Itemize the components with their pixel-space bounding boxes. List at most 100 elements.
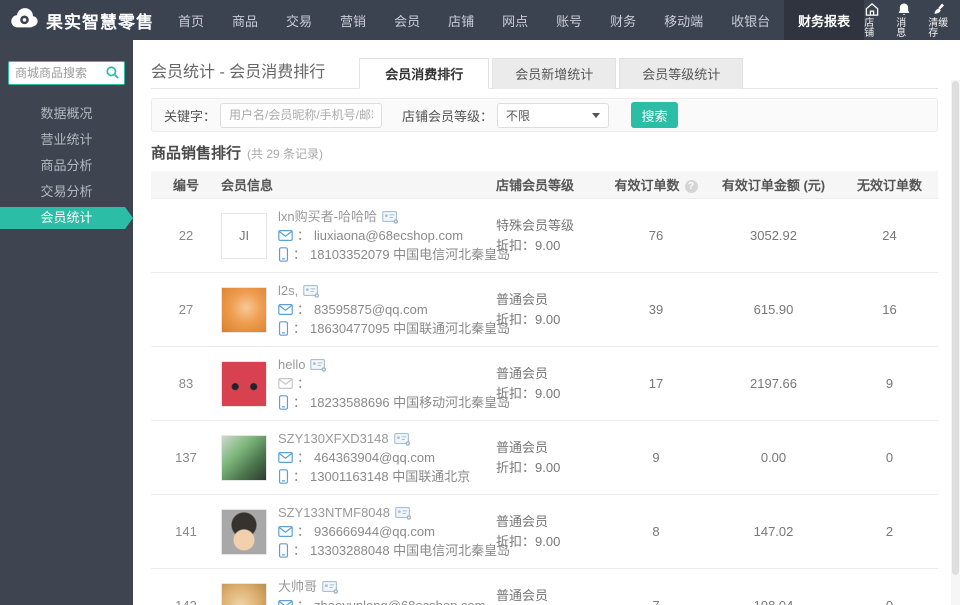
valid-amount-value: 147.02 xyxy=(706,524,841,539)
grade-name: 普通会员 xyxy=(496,364,606,384)
table-row: 27 l2s, xyxy=(151,273,938,347)
column-grade: 店铺会员等级 xyxy=(496,175,606,194)
member-card-icon[interactable] xyxy=(310,358,327,372)
member-name: SZY130XFXD3148 xyxy=(278,429,389,448)
member-email: 464363904@qq.com xyxy=(314,448,435,467)
member-phone: 13001163148 中国联通北京 xyxy=(310,467,470,486)
grade-name: 普通会员 xyxy=(496,438,606,458)
member-card-icon[interactable] xyxy=(382,210,399,224)
table-row: 143 大帅哥 xyxy=(151,569,938,605)
member-email: 83595875@qq.com xyxy=(314,300,428,319)
help-icon[interactable]: ? xyxy=(685,180,698,193)
column-member: 会员信息 xyxy=(221,175,496,194)
nav-menu-item[interactable]: 收银台 xyxy=(717,0,784,40)
phone-icon xyxy=(278,321,289,336)
valid-orders-value: 39 xyxy=(606,302,706,317)
avatar-image xyxy=(222,510,266,554)
scrollbar-thumb[interactable] xyxy=(952,81,959,575)
member-card-icon[interactable] xyxy=(395,506,412,520)
member-avatar: JI xyxy=(221,213,267,259)
phone-icon xyxy=(278,543,289,558)
tab[interactable]: 会员新增统计 xyxy=(492,58,616,89)
nav-menu-item[interactable]: 交易 xyxy=(272,0,326,40)
search-button[interactable]: 搜索 xyxy=(631,102,678,128)
brand[interactable]: 果实智慧零售 xyxy=(0,0,164,40)
nav-menu-item[interactable]: 营销 xyxy=(326,0,380,40)
nav-menu-item[interactable]: 移动端 xyxy=(650,0,717,40)
member-info-cell: 大帅哥 xyxy=(221,569,496,605)
member-card-icon[interactable] xyxy=(394,432,411,446)
member-text: SZY133NTMF8048 xyxy=(278,503,496,560)
phone-colon: ： xyxy=(293,467,306,486)
vertical-scrollbar[interactable] xyxy=(951,80,960,605)
clear-cache-tool[interactable]: 清缓存 xyxy=(928,2,951,39)
invalid-orders-value: 9 xyxy=(841,376,938,391)
phone-colon: ： xyxy=(293,541,306,560)
table-title-row: 商品销售排行 (共 29 条记录) xyxy=(151,142,938,163)
avatar-image xyxy=(222,584,266,605)
nav-menu-item[interactable]: 商品 xyxy=(218,0,272,40)
member-text: hello xyxy=(278,355,496,412)
sidebar-item[interactable]: 数据概况 xyxy=(0,103,133,125)
grade-cell: 普通会员 折扣：9.00 xyxy=(496,438,606,478)
sidebar-item[interactable]: 会员统计 xyxy=(0,207,133,229)
grade-discount: 折扣：9.00 xyxy=(496,458,606,478)
shop-tool[interactable]: 店铺 xyxy=(864,2,880,39)
sidebar-item[interactable]: 商品分析 xyxy=(0,155,133,177)
grade-name: 特殊会员等级 xyxy=(496,216,606,236)
valid-amount-value: 3052.92 xyxy=(706,228,841,243)
nav-menu-item[interactable]: 网点 xyxy=(488,0,542,40)
email-colon: ： xyxy=(297,226,310,245)
valid-amount-value: 615.90 xyxy=(706,302,841,317)
invalid-orders-value: 2 xyxy=(841,524,938,539)
brand-title: 果实智慧零售 xyxy=(46,8,154,33)
avatar-image xyxy=(222,362,266,406)
nav-menu-item[interactable]: 会员 xyxy=(380,0,434,40)
member-card-icon[interactable] xyxy=(322,580,339,594)
avatar-image xyxy=(222,436,266,480)
nav-menu-item[interactable]: 账号 xyxy=(542,0,596,40)
member-phone: 18233588696 中国移动河北秦皇岛 xyxy=(310,393,510,412)
sidebar-item[interactable]: 营业统计 xyxy=(0,129,133,151)
nav-menu-item[interactable]: 财务 xyxy=(596,0,650,40)
member-card-icon[interactable] xyxy=(303,284,320,298)
grade-select[interactable]: 不限 xyxy=(497,103,609,128)
member-info-cell: SZY130XFXD3148 xyxy=(221,421,496,494)
table-row: 141 SZY133NTMF8048 xyxy=(151,495,938,569)
valid-orders-value: 76 xyxy=(606,228,706,243)
search-icon[interactable] xyxy=(105,65,120,85)
valid-amount-value: 2197.66 xyxy=(706,376,841,391)
message-tool[interactable]: 消息 xyxy=(896,2,912,39)
tab[interactable]: 会员等级统计 xyxy=(619,58,743,89)
clear-cache-tool-label: 清缓存 xyxy=(928,19,951,39)
avatar-label: JI xyxy=(239,228,249,243)
invalid-orders-value: 16 xyxy=(841,302,938,317)
column-id: 编号 xyxy=(151,175,221,194)
message-icon xyxy=(896,2,912,17)
member-id: 83 xyxy=(151,376,221,391)
avatar-image xyxy=(222,288,266,332)
member-name: lxn购买者-哈哈哈 xyxy=(278,207,377,226)
member-phone: 13303288048 中国电信河北秦皇岛 xyxy=(310,541,510,560)
column-valid-orders: 有效订单数? xyxy=(606,175,706,194)
email-colon: ： xyxy=(297,374,310,393)
sidebar-item[interactable]: 交易分析 xyxy=(0,181,133,203)
keyword-label: 关键字： xyxy=(164,106,216,125)
valid-orders-value: 17 xyxy=(606,376,706,391)
email-icon xyxy=(278,304,293,315)
shop-tool-label: 店铺 xyxy=(864,19,880,39)
nav-menu-item[interactable]: 首页 xyxy=(164,0,218,40)
nav-menu-item[interactable]: 店铺 xyxy=(434,0,488,40)
table-body: 22 JI lxn购买者-哈哈哈 xyxy=(151,199,938,605)
nav-menu-item[interactable]: 财务报表 xyxy=(784,0,864,40)
member-id: 143 xyxy=(151,598,221,605)
email-colon: ： xyxy=(297,596,310,605)
invalid-orders-value: 0 xyxy=(841,598,938,605)
filter-bar: 关键字： 店铺会员等级： 不限 搜索 xyxy=(151,98,938,132)
tab[interactable]: 会员消费排行 xyxy=(359,58,489,89)
member-avatar xyxy=(221,287,267,333)
message-tool-label: 消息 xyxy=(896,19,912,39)
keyword-input[interactable] xyxy=(220,103,382,128)
invalid-orders-value: 24 xyxy=(841,228,938,243)
member-name: SZY133NTMF8048 xyxy=(278,503,390,522)
